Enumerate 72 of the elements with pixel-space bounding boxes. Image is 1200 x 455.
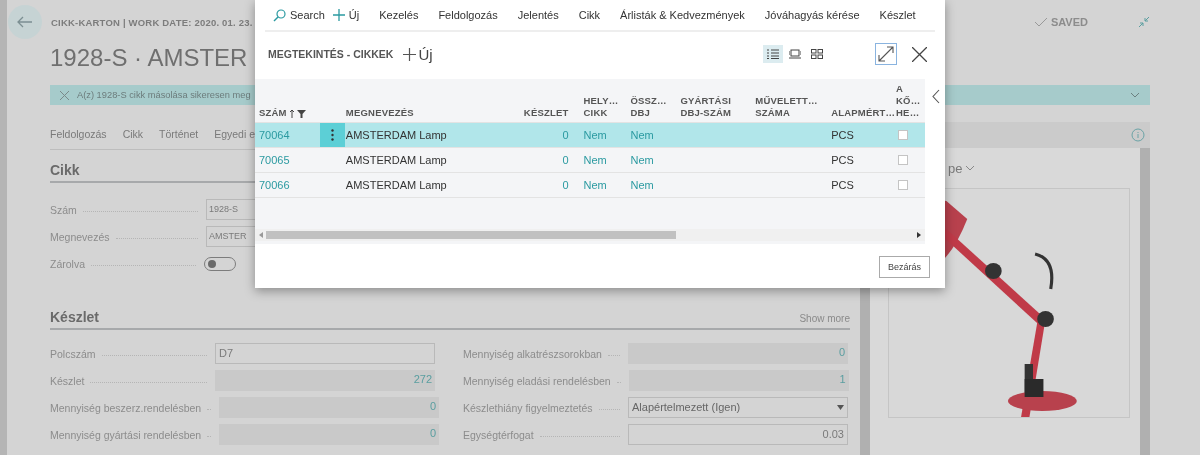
column-header[interactable]: ÖSSZ… DBJ [623, 95, 677, 122]
scroll-left-icon[interactable] [259, 232, 263, 238]
readonly-field: 272 [215, 370, 435, 391]
back-button[interactable] [8, 5, 42, 39]
check-icon [1033, 17, 1048, 27]
expand-button[interactable] [875, 43, 897, 65]
more-icon[interactable] [330, 129, 334, 141]
page-caption: CIKK-KARTON | WORK DATE: 2020. 01. 23. [51, 17, 253, 28]
arrow-left-icon [17, 16, 33, 28]
action-menu-item[interactable]: Kezelés [379, 9, 419, 21]
vertical-scrollbar[interactable] [1140, 148, 1150, 455]
plus-icon [403, 47, 417, 61]
field-label: Mennyiség eladási rendelésben [463, 374, 611, 387]
table-cell-text: PCS [830, 129, 855, 141]
table-cell-text: AMSTERDAM Lamp [344, 154, 448, 166]
table-cell-text: PCS [830, 179, 855, 191]
action-menu-item[interactable]: Új [332, 9, 360, 21]
readonly-field: 0 [628, 343, 848, 364]
dialog-title: MEGTEKINTÉS - CIKKEK [268, 48, 394, 60]
column-header[interactable]: MEGNEVEZÉS [344, 107, 506, 122]
field-label: Megnevezés [50, 230, 110, 243]
field-label: Készlet [50, 374, 85, 387]
page-title: 1928-S · AMSTER [50, 43, 248, 73]
dropdown-field[interactable]: Alapértelmezett (Igen) [628, 397, 848, 418]
scroll-right-icon[interactable] [917, 232, 921, 238]
sort-filter-icon[interactable] [289, 108, 306, 118]
column-header[interactable]: ALAPMÉRT… [826, 107, 897, 122]
action-menu-item[interactable]: Cikk [578, 9, 601, 21]
column-header[interactable]: MŰVELETT… SZÁMA [751, 95, 827, 122]
table-row[interactable]: 70064 AMSTERDAM Lamp 0 Nem Nem PCS [255, 123, 925, 148]
action-menu-item[interactable]: Search [273, 8, 325, 22]
list-view-icon[interactable] [763, 45, 783, 63]
section-title: Készlet [50, 309, 100, 327]
field-label: Mennyiség beszerz.rendelésben [50, 401, 202, 414]
field-label: Mennyiség alkatrészsorokban [463, 347, 602, 360]
chevron-left-icon[interactable] [932, 89, 940, 104]
table-cell-text: PCS [830, 154, 855, 166]
new-button[interactable]: Új [403, 45, 433, 63]
info-icon[interactable] [1131, 128, 1145, 142]
column-header[interactable]: KÉSZLET [505, 107, 569, 122]
section-title: Cikk [50, 162, 80, 180]
close-button[interactable]: Bezárás [878, 256, 930, 278]
caret-down-icon [837, 405, 844, 410]
column-header[interactable]: GYÁRTÁSI DBJ-SZÁM [676, 95, 752, 122]
action-menu-item[interactable]: Jelentés [517, 9, 559, 21]
notification-text: A(z) 1928-S cikk másolása sikeresen meg [77, 90, 251, 100]
close-icon[interactable] [912, 46, 927, 62]
readonly-field: 0 [219, 397, 440, 418]
collapse-icon[interactable] [1138, 16, 1150, 28]
action-menu-item[interactable]: Készlet [879, 9, 916, 21]
table-cell-text: AMSTERDAM Lamp [344, 129, 448, 141]
saved-status: SAVED [1050, 16, 1088, 28]
table-cell-text: AMSTERDAM Lamp [344, 179, 448, 191]
chevron-down-icon[interactable] [1130, 92, 1140, 98]
field-label: Készlethiány figyelmeztetés [463, 401, 593, 414]
horizontal-scrollbar[interactable] [255, 229, 925, 241]
readonly-field: 0 [219, 424, 440, 445]
field-label: Egységtérfogat [463, 428, 534, 441]
action-menu-item[interactable]: Jóváhagyás kérése [764, 9, 860, 21]
column-header[interactable]: SZÁM [255, 107, 345, 122]
field-label: Zárolva [50, 257, 85, 270]
column-header[interactable]: HELY… CIKK [568, 95, 624, 122]
field-label: Polcszám [50, 347, 96, 360]
chevron-down-icon[interactable] [965, 165, 976, 171]
plus-icon [332, 9, 345, 21]
search-icon [273, 8, 286, 22]
field-label: Mennyiség gyártási rendelésben [50, 428, 202, 441]
action-menu-item[interactable]: Feldolgozás [438, 9, 498, 21]
column-header[interactable]: A KŐ… HE… [896, 83, 925, 122]
readonly-field: 1 [628, 370, 849, 391]
action-menu-item[interactable]: Árlisták & Kedvezmények [620, 9, 745, 21]
field-label: Szám [50, 203, 77, 216]
